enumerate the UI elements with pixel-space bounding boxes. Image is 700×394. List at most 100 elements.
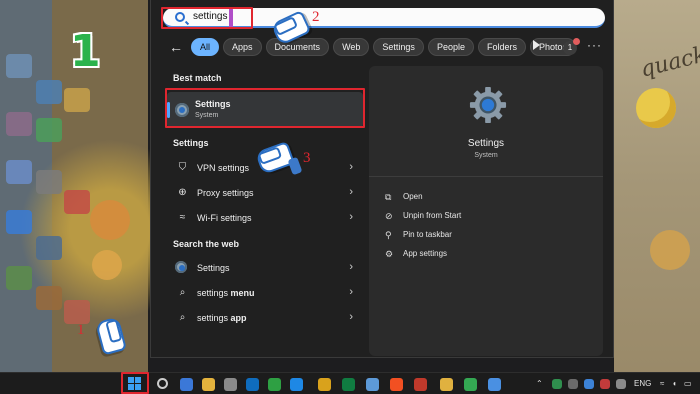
shield-icon: ⛉ (178, 162, 187, 173)
web-settings-row[interactable]: Settings › (167, 257, 363, 279)
action-app-settings[interactable]: ⚙ App settings (385, 249, 585, 263)
desktop-icon[interactable] (6, 54, 32, 78)
chip-people[interactable]: People (427, 38, 474, 56)
action-pin-label: Pin to taskbar (403, 230, 452, 239)
tray-app-icon[interactable] (552, 379, 562, 389)
desktop-icon[interactable] (6, 160, 32, 184)
action-pin-taskbar[interactable]: ⚲ Pin to taskbar (385, 230, 585, 244)
desktop-icon[interactable] (64, 88, 90, 112)
back-arrow-icon[interactable]: ← (169, 40, 183, 54)
desktop-icon[interactable] (64, 190, 90, 214)
taskbar-app-icon[interactable] (246, 378, 259, 391)
pin-icon: ⚲ (385, 230, 392, 240)
chip-documents[interactable]: Documents (265, 38, 330, 56)
tray-app-icon[interactable] (600, 379, 610, 389)
desktop-icon[interactable] (36, 286, 62, 310)
tray-app-icon[interactable] (568, 379, 578, 389)
chip-apps[interactable]: Apps (223, 38, 262, 56)
chip-folders[interactable]: Folders (477, 38, 526, 56)
taskbar-app-icon[interactable] (180, 378, 193, 391)
search-web-heading: Search the web (173, 239, 240, 249)
desktop-icon[interactable] (6, 210, 32, 234)
action-open[interactable]: ⧉ Open (385, 192, 585, 206)
taskbar-app-icon[interactable] (464, 378, 477, 391)
wifi-settings-label: Wi-Fi settings (197, 213, 252, 223)
step-one-marker: 1 (77, 322, 85, 338)
volume-icon[interactable]: ◖ (672, 379, 677, 388)
taskbar: ⌃ ENG ≈ ◖ ▭ (0, 372, 700, 394)
tray-app-icon[interactable] (584, 379, 594, 389)
taskbar-app-icon[interactable] (342, 378, 355, 391)
taskbar-app-icon[interactable] (488, 378, 501, 391)
battery-icon[interactable]: ▭ (684, 379, 692, 388)
desktop-icon[interactable] (36, 118, 62, 142)
annotation-box-best-match (165, 88, 365, 128)
action-open-label: Open (403, 192, 423, 201)
step-one-large-marker: 1 (70, 26, 101, 77)
taskbar-app-icon[interactable] (390, 378, 403, 391)
flower-decoration (650, 230, 690, 270)
windows-start-icon[interactable] (128, 377, 142, 391)
chip-settings[interactable]: Settings (373, 38, 424, 56)
action-unpin-label: Unpin from Start (403, 211, 462, 220)
settings-gear-large-icon (469, 86, 507, 124)
taskbar-app-icon[interactable] (318, 378, 331, 391)
desktop-icon[interactable] (6, 266, 32, 290)
wifi-icon[interactable]: ≈ (660, 379, 664, 388)
preview-pane: Settings System ⧉ Open ⊘ Unpin from Star… (369, 66, 603, 356)
settings-heading: Settings (173, 138, 209, 148)
chip-all[interactable]: All (191, 38, 220, 56)
proxy-settings-row[interactable]: ⊕ Proxy settings › (167, 182, 363, 204)
web-settings-app-label: settings app (197, 313, 247, 323)
taskbar-app-icon[interactable] (202, 378, 215, 391)
desktop-icon[interactable] (6, 112, 32, 136)
open-icon: ⧉ (385, 192, 392, 202)
wifi-icon: ≈ (179, 212, 186, 223)
flower-decoration (92, 250, 122, 280)
filter-chips: All Apps Documents Web Settings People F… (191, 38, 577, 58)
taskbar-app-icon[interactable] (290, 378, 303, 391)
taskbar-app-icon[interactable] (224, 378, 237, 391)
search-icon: ⌕ (179, 287, 186, 298)
gear-icon: ⚙ (385, 249, 394, 259)
taskbar-app-icon[interactable] (366, 378, 379, 391)
tray-chevron-icon[interactable]: ⌃ (536, 379, 543, 388)
play-more-icon[interactable] (533, 40, 540, 50)
preview-subtitle: System (474, 152, 498, 159)
web-settings-menu-row[interactable]: ⌕ settings menu › (167, 282, 363, 304)
chevron-right-icon: › (349, 186, 353, 198)
chip-web[interactable]: Web (333, 38, 370, 56)
globe-icon: ⊕ (178, 187, 187, 198)
more-options-icon[interactable]: ··· (587, 38, 602, 52)
web-settings-menu-label: settings menu (197, 288, 255, 298)
step-three-marker: 3 (303, 150, 311, 166)
desktop-icon[interactable] (36, 80, 62, 104)
chevron-right-icon: › (349, 311, 353, 323)
desktop-icon[interactable] (64, 300, 90, 324)
desktop-icon[interactable] (36, 236, 62, 260)
step-two-marker: 2 (312, 9, 320, 25)
vpn-settings-label: VPN settings (197, 163, 250, 173)
chevron-right-icon: › (349, 161, 353, 173)
wifi-settings-row[interactable]: ≈ Wi-Fi settings › (167, 207, 363, 229)
duck-illustration (636, 88, 676, 128)
taskbar-app-icon[interactable] (268, 378, 281, 391)
search-icon[interactable] (157, 378, 168, 389)
search-icon: ⌕ (179, 312, 186, 323)
settings-gear-icon (175, 261, 187, 273)
web-settings-label: Settings (197, 263, 230, 273)
web-settings-app-row[interactable]: ⌕ settings app › (167, 307, 363, 329)
badge-dot-icon (573, 38, 580, 45)
divider (369, 176, 603, 177)
action-app-settings-label: App settings (403, 249, 448, 258)
tray-app-icon[interactable] (616, 379, 626, 389)
desktop-icon[interactable] (36, 170, 62, 194)
notification-badge[interactable]: 1 (563, 38, 580, 55)
chevron-right-icon: › (349, 286, 353, 298)
taskbar-app-icon[interactable] (414, 378, 427, 391)
taskbar-app-icon[interactable] (440, 378, 453, 391)
proxy-settings-label: Proxy settings (197, 188, 254, 198)
language-indicator[interactable]: ENG (634, 379, 651, 388)
action-unpin[interactable]: ⊘ Unpin from Start (385, 211, 585, 225)
best-match-heading: Best match (173, 73, 222, 83)
